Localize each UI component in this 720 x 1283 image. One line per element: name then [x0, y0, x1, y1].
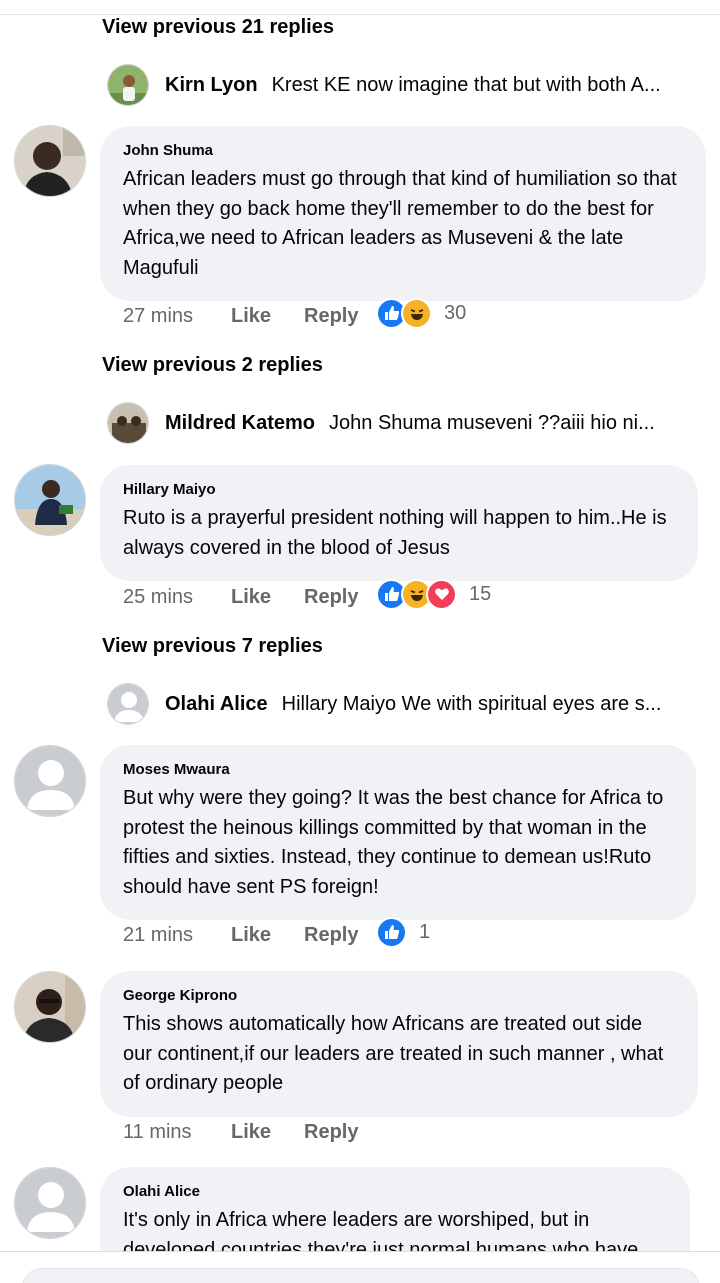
reply-preview-row[interactable]: Mildred Katemo John Shuma museveni ??aii… [107, 401, 700, 445]
comment-bubble: George Kiprono This shows automatically … [100, 971, 698, 1117]
reply-author-name[interactable]: Kirn Lyon [165, 74, 258, 97]
like-button[interactable]: Like [231, 586, 304, 609]
comment-text: This shows automatically how Africans ar… [123, 1013, 664, 1094]
reply-button[interactable]: Reply [304, 586, 376, 609]
haha-reaction-icon [401, 297, 432, 329]
comment-author-name[interactable]: John Shuma [123, 142, 684, 159]
comment-timestamp: 21 mins [123, 923, 194, 946]
reaction-summary[interactable]: 30 [376, 297, 466, 329]
comment-author-name[interactable]: George Kiprono [123, 987, 676, 1004]
comment-bubble: Moses Mwaura But why were they going? It… [100, 745, 696, 920]
view-previous-replies-link[interactable]: View previous 7 replies [102, 635, 323, 658]
default-avatar-icon[interactable] [107, 683, 149, 725]
comment-actions: 27 mins Like Reply 30 [123, 297, 466, 331]
comment-actions: 21 mins Like Reply 1 [123, 916, 430, 950]
reply-author-name[interactable]: Olahi Alice [165, 693, 268, 716]
reply-preview-row[interactable]: Kirn Lyon Krest KE now imagine that but … [107, 63, 700, 107]
reply-author-name[interactable]: Mildred Katemo [165, 412, 315, 435]
comment-text: Ruto is a prayerful president nothing wi… [123, 507, 667, 559]
comment-composer-bar [0, 1251, 720, 1283]
avatar[interactable] [107, 402, 149, 444]
comment-bubble: Hillary Maiyo Ruto is a prayerful presid… [100, 465, 698, 581]
reaction-count[interactable]: 30 [444, 302, 466, 325]
comment-text: African leaders must go through that kin… [123, 168, 677, 279]
comment-author-name[interactable]: Moses Mwaura [123, 761, 674, 778]
reply-preview-row[interactable]: Olahi Alice Hillary Maiyo We with spirit… [107, 682, 700, 726]
view-previous-replies-link[interactable]: View previous 2 replies [102, 354, 323, 377]
default-avatar-icon[interactable] [14, 745, 86, 817]
like-button[interactable]: Like [231, 924, 304, 947]
comment-actions: 25 mins Like Reply 15 [123, 578, 491, 612]
reply-button[interactable]: Reply [304, 305, 376, 328]
love-reaction-icon [426, 578, 457, 610]
avatar[interactable] [14, 971, 86, 1043]
reaction-summary[interactable]: 15 [376, 578, 491, 610]
reaction-summary[interactable]: 1 [376, 916, 430, 948]
avatar[interactable] [107, 64, 149, 106]
reply-preview-text: Krest KE now imagine that but with both … [271, 73, 661, 96]
comment-author-name[interactable]: Hillary Maiyo [123, 481, 676, 498]
avatar[interactable] [14, 464, 86, 536]
view-previous-replies-link[interactable]: View previous 21 replies [102, 16, 334, 39]
avatar[interactable] [14, 125, 86, 197]
reply-preview-text: John Shuma museveni ??aiii hio ni... [329, 411, 655, 434]
comment-bubble: John Shuma African leaders must go throu… [100, 126, 706, 301]
reply-button[interactable]: Reply [304, 1121, 376, 1144]
like-button[interactable]: Like [231, 305, 304, 328]
comment-text: But why were they going? It was the best… [123, 787, 664, 898]
reply-preview-text: Hillary Maiyo We with spiritual eyes are… [281, 692, 662, 715]
write-comment-input[interactable] [22, 1268, 700, 1283]
like-button[interactable]: Like [231, 1121, 304, 1144]
reaction-count[interactable]: 1 [419, 921, 430, 944]
comment-author-name[interactable]: Olahi Alice [123, 1183, 668, 1200]
reaction-count[interactable]: 15 [469, 583, 491, 606]
default-avatar-icon[interactable] [14, 1167, 86, 1239]
like-reaction-icon [376, 916, 407, 948]
comment-actions: 11 mins Like Reply [123, 1117, 376, 1147]
comment-timestamp: 27 mins [123, 304, 194, 327]
reply-button[interactable]: Reply [304, 924, 376, 947]
top-divider [0, 14, 720, 15]
comment-timestamp: 11 mins [123, 1120, 192, 1143]
comment-timestamp: 25 mins [123, 585, 194, 608]
